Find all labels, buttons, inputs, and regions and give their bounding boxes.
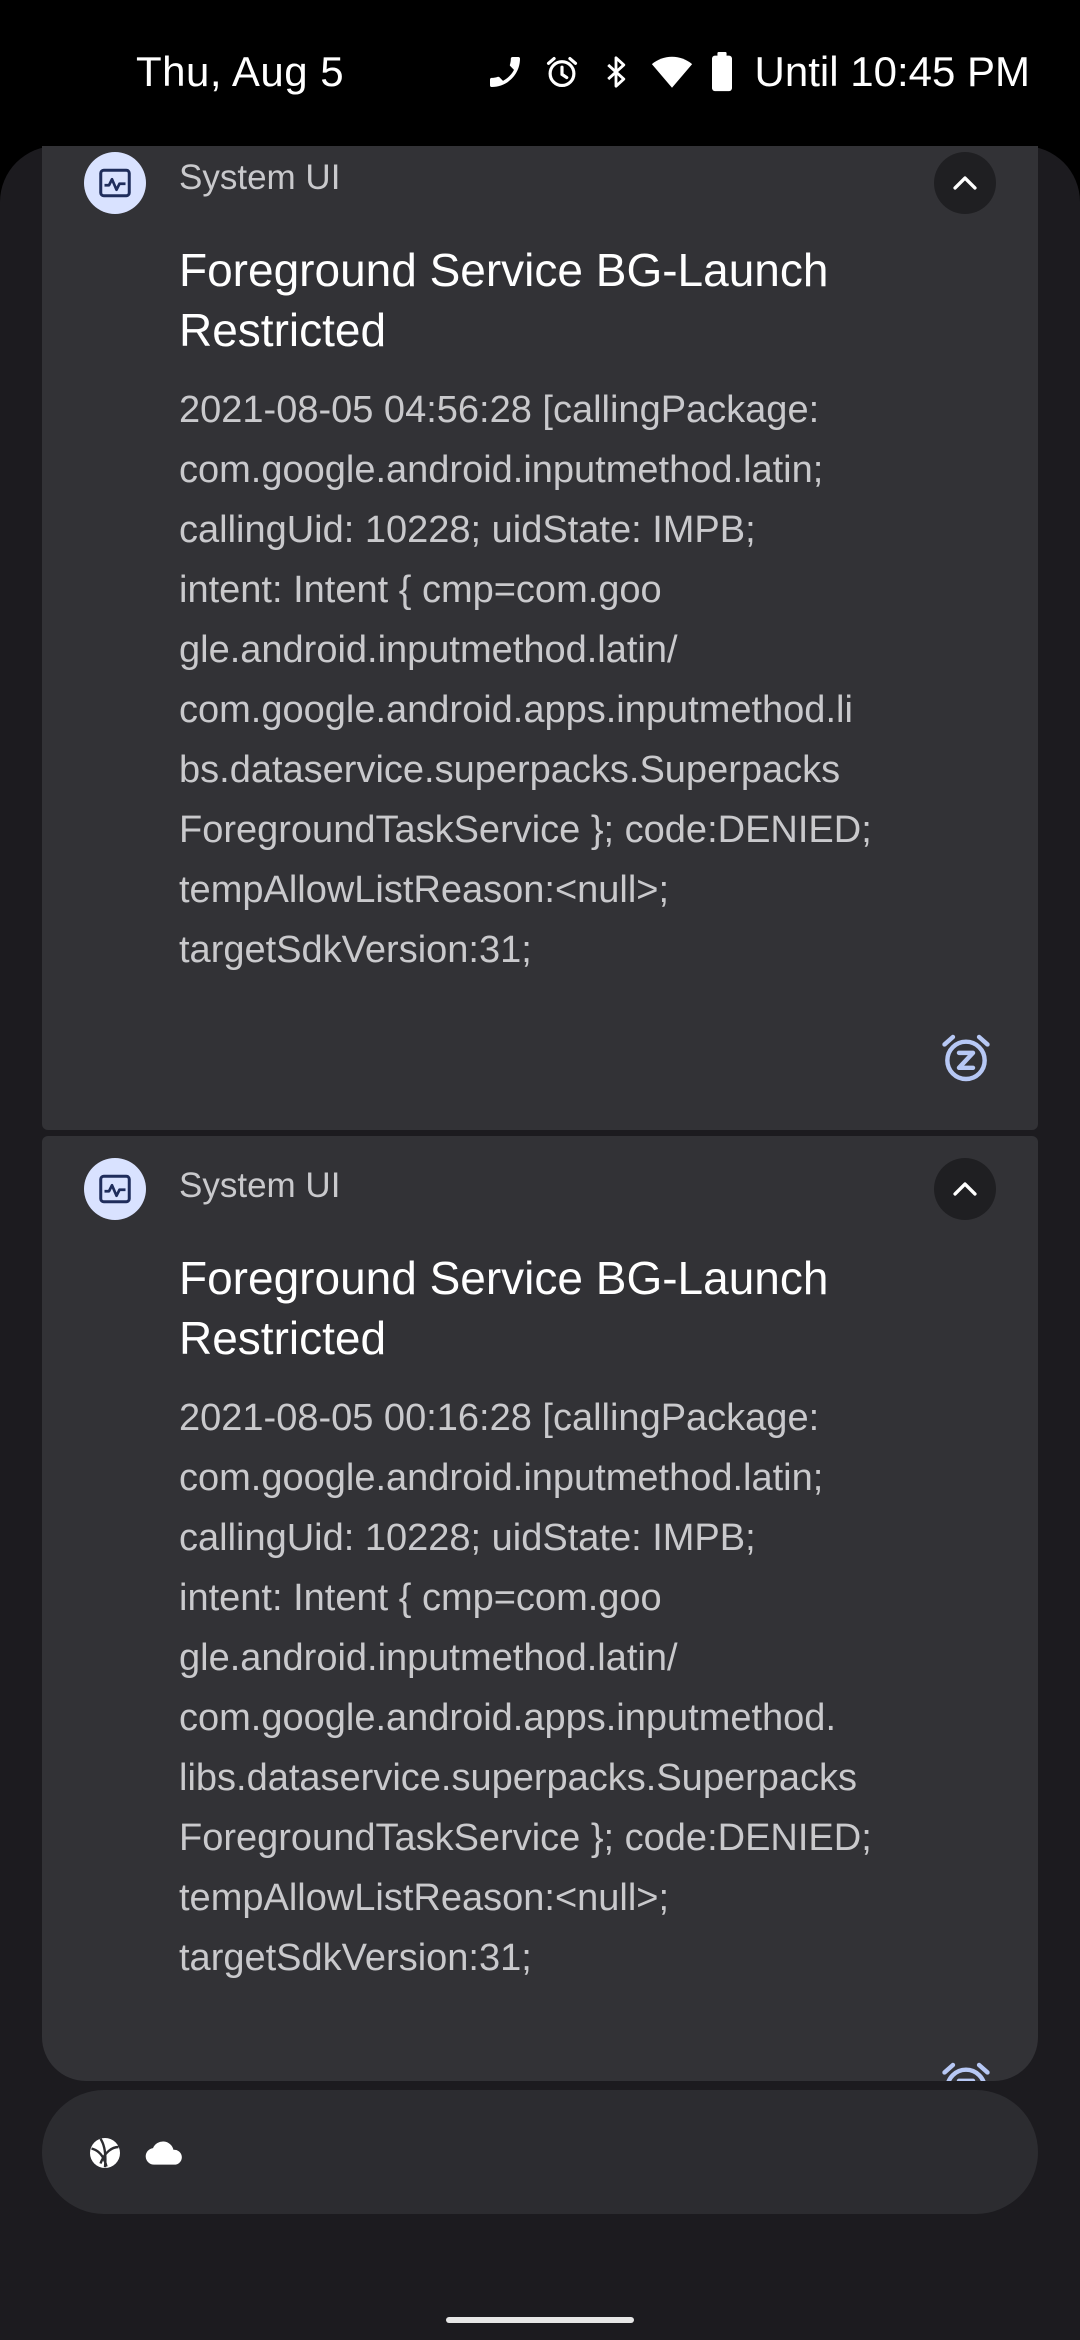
text-line: ForegroundTaskService }; code:DENIED;: [179, 1817, 872, 1859]
notification-shelf[interactable]: [42, 2090, 1038, 2214]
system-ui-icon: [84, 152, 146, 214]
notification-card[interactable]: System UI Foreground Service BG-Launch R…: [42, 146, 1038, 1130]
screen: Thu, Aug 5 Until 10:45 PM System UI Fore…: [0, 0, 1080, 2340]
battery-icon: [711, 52, 733, 92]
snooze-icon[interactable]: [936, 2056, 996, 2081]
text-line: tempAllowListReason:<null>;: [179, 1877, 670, 1919]
status-icons: Until 10:45 PM: [485, 44, 1030, 100]
app-name: System UI: [179, 158, 341, 197]
text-line: 2021-08-05 00:16:28 [callingPackage:: [179, 1397, 820, 1439]
notification-title: Foreground Service BG-Launch Restricted: [179, 1252, 829, 1364]
system-ui-icon: [84, 1158, 146, 1220]
text-line: com.google.android.apps.inputmethod.: [179, 1697, 837, 1739]
notification-title: Foreground Service BG-Launch Restricted: [179, 244, 829, 356]
wifi-icon: [651, 53, 693, 91]
text-line: com.google.android.inputmethod.latin;: [179, 1457, 824, 1499]
notification-text: 2021-08-05 04:56:28 [callingPackage: com…: [179, 380, 999, 980]
text-line: tempAllowListReason:<null>;: [179, 869, 670, 911]
text-line: 2021-08-05 04:56:28 [callingPackage:: [179, 389, 820, 431]
text-line: targetSdkVersion:31;: [179, 1937, 532, 1979]
bluetooth-icon: [599, 52, 633, 92]
text-line: com.google.android.inputmethod.latin;: [179, 449, 824, 491]
alarm-icon: [543, 53, 581, 91]
text-line: com.google.android.apps.inputmethod.li: [179, 689, 853, 731]
snooze-icon[interactable]: [936, 1028, 996, 1088]
status-bar: Thu, Aug 5 Until 10:45 PM: [0, 0, 1080, 146]
wifi-calling-icon: [485, 52, 525, 92]
text-line: libs.dataservice.superpacks.Superpacks: [179, 1757, 858, 1799]
battery-text: Until 10:45 PM: [754, 48, 1030, 95]
sports-ball-icon: [86, 2134, 124, 2172]
text-line: intent: Intent { cmp=com.goo: [179, 569, 662, 611]
chevron-up-icon[interactable]: [934, 152, 996, 214]
text-line: gle.android.inputmethod.latin/: [179, 629, 678, 671]
text-line: callingUid: 10228; uidState: IMPB;: [179, 1517, 756, 1559]
chevron-up-icon[interactable]: [934, 1158, 996, 1220]
text-line: intent: Intent { cmp=com.goo: [179, 1577, 662, 1619]
gesture-nav-handle[interactable]: [446, 2317, 634, 2323]
text-line: ForegroundTaskService }; code:DENIED;: [179, 809, 872, 851]
text-line: gle.android.inputmethod.latin/: [179, 1637, 678, 1679]
text-line: targetSdkVersion:31;: [179, 929, 532, 971]
notification-text: 2021-08-05 00:16:28 [callingPackage: com…: [179, 1388, 999, 1988]
text-line: bs.dataservice.superpacks.Superpacks: [179, 749, 841, 791]
status-date: Thu, Aug 5: [136, 48, 345, 95]
notification-card[interactable]: System UI Foreground Service BG-Launch R…: [42, 1136, 1038, 2081]
app-name: System UI: [179, 1166, 341, 1205]
text-line: callingUid: 10228; uidState: IMPB;: [179, 509, 756, 551]
cloud-icon: [142, 2134, 186, 2172]
